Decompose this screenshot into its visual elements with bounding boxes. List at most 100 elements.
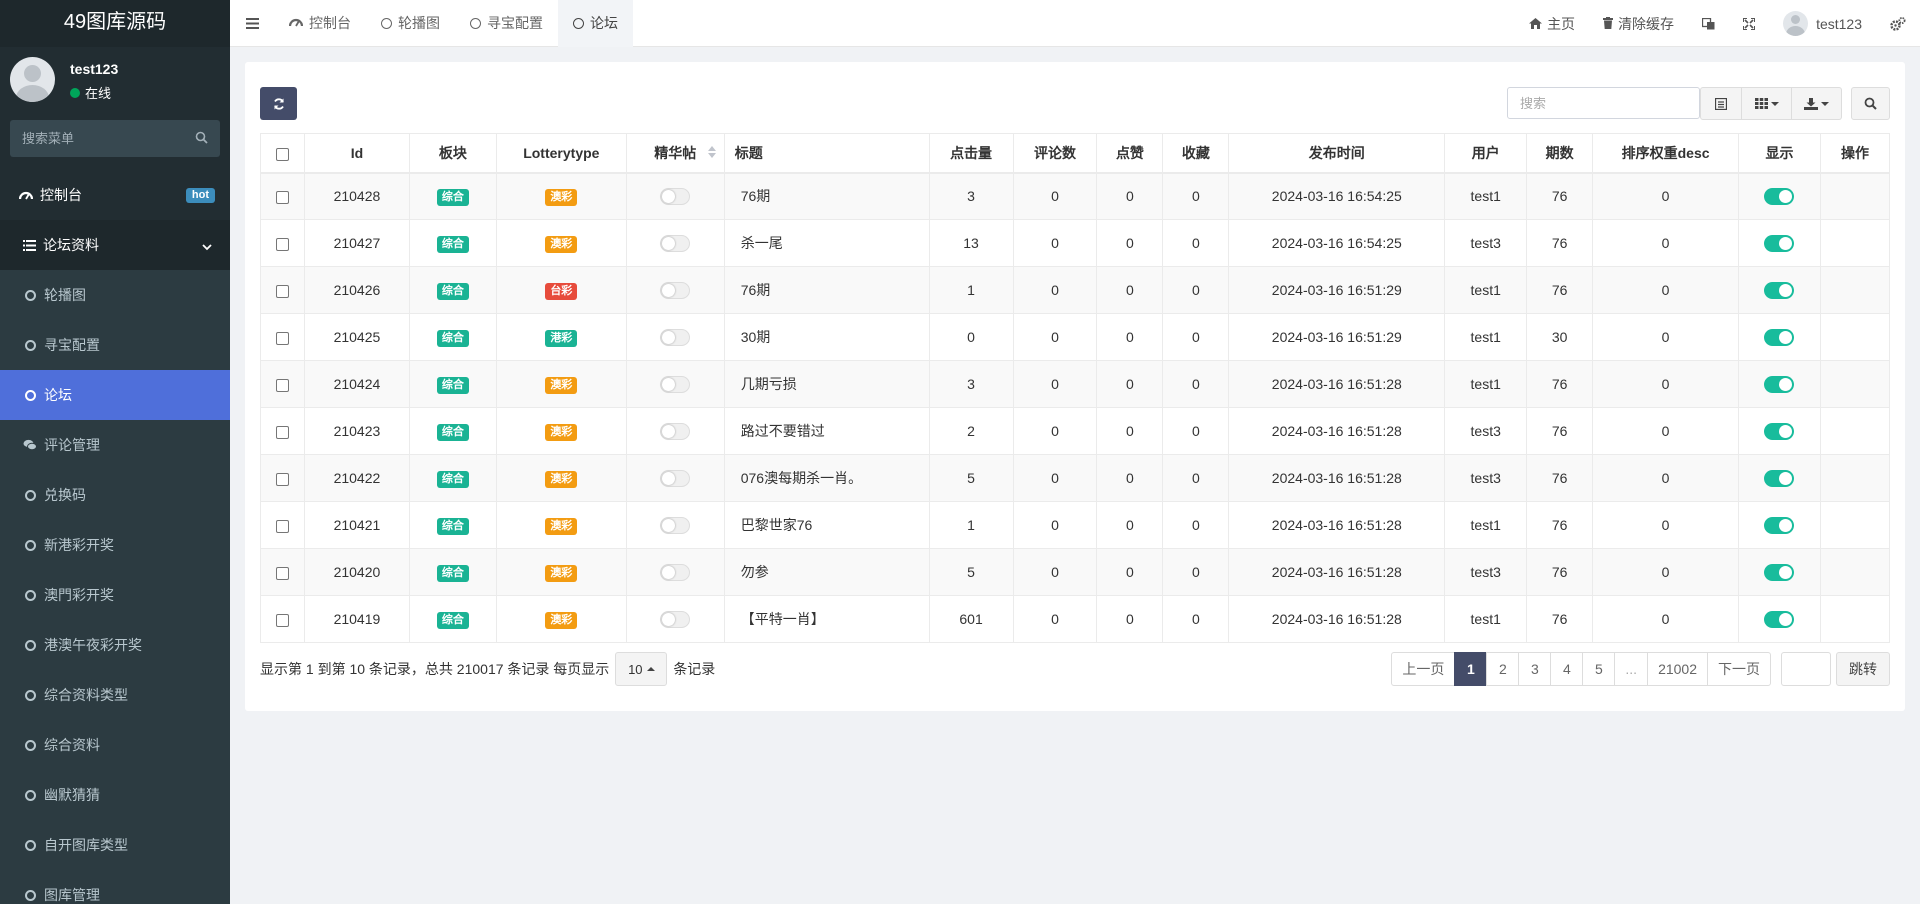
user-menu[interactable]: test123	[1769, 0, 1876, 47]
visible-toggle[interactable]	[1764, 188, 1795, 206]
featured-toggle[interactable]	[660, 234, 691, 252]
page-button[interactable]: 4	[1550, 652, 1584, 686]
next-page-button[interactable]: 下一页	[1707, 652, 1771, 686]
column-header[interactable]: 操作	[1819, 133, 1891, 174]
visible-toggle[interactable]	[1764, 563, 1795, 581]
tab-treasure[interactable]: 寻宝配置	[455, 0, 558, 47]
sidebar-item-humor[interactable]: 幽默猜猜	[0, 770, 230, 820]
sidebar-item-carousel[interactable]: 轮播图	[0, 270, 230, 320]
table-search-input[interactable]	[1520, 95, 1687, 111]
featured-toggle[interactable]	[660, 516, 691, 534]
column-header[interactable]: 评论数	[1012, 133, 1098, 174]
column-header[interactable]: 收藏	[1162, 133, 1230, 174]
sidebar-item-macau-draw[interactable]: 澳門彩开奖	[0, 570, 230, 620]
row-checkbox[interactable]	[275, 191, 289, 205]
visible-toggle[interactable]	[1764, 281, 1795, 299]
featured-toggle[interactable]	[660, 375, 691, 393]
sidebar-item-gallery-types[interactable]: 自开图库类型	[0, 820, 230, 870]
column-header[interactable]: 板块	[408, 133, 497, 174]
column-header[interactable]: 显示	[1738, 133, 1821, 174]
row-checkbox[interactable]	[275, 472, 289, 486]
weight-cell: 0	[1592, 501, 1740, 549]
sort-icon[interactable]	[707, 146, 716, 158]
column-header[interactable]: 点赞	[1096, 133, 1164, 174]
language-icon[interactable]	[1688, 0, 1729, 47]
column-header[interactable]: Id	[303, 133, 410, 174]
sidebar-item-dashboard[interactable]: 控制台 hot	[0, 170, 230, 220]
visible-toggle[interactable]	[1764, 422, 1795, 440]
visible-toggle[interactable]	[1764, 516, 1795, 534]
visible-toggle[interactable]	[1764, 234, 1795, 252]
column-header[interactable]: 排序权重desc	[1592, 133, 1740, 174]
featured-toggle[interactable]	[660, 328, 691, 346]
search-button[interactable]	[1851, 87, 1890, 120]
row-checkbox[interactable]	[275, 613, 289, 627]
section-cell: 综合	[408, 595, 497, 643]
export-dropdown[interactable]	[1792, 87, 1842, 120]
page-button[interactable]: 5	[1582, 652, 1616, 686]
visible-toggle[interactable]	[1764, 610, 1795, 628]
row-checkbox[interactable]	[275, 566, 289, 580]
column-header[interactable]: 发布时间	[1228, 133, 1446, 174]
row-checkbox[interactable]	[275, 519, 289, 533]
issue-cell: 76	[1526, 407, 1594, 455]
sidebar-item-hk-draw[interactable]: 新港彩开奖	[0, 520, 230, 570]
page-size-dropdown[interactable]: 10	[615, 652, 668, 686]
featured-toggle[interactable]	[660, 610, 691, 628]
visible-toggle[interactable]	[1764, 469, 1795, 487]
jump-button[interactable]: 跳转	[1836, 652, 1890, 686]
column-header[interactable]: 点击量	[928, 133, 1014, 174]
visible-toggle[interactable]	[1764, 375, 1795, 393]
select-all-checkbox[interactable]	[275, 147, 289, 161]
sidebar-item-gallery[interactable]: 图库管理	[0, 870, 230, 904]
featured-toggle[interactable]	[660, 281, 691, 299]
row-checkbox[interactable]	[275, 237, 289, 251]
app-logo[interactable]: 49图库源码	[0, 0, 230, 47]
sidebar-item-redeem[interactable]: 兑换码	[0, 470, 230, 520]
jump-page-input[interactable]	[1781, 652, 1831, 686]
sidebar-group-forum[interactable]: 论坛资料	[0, 220, 230, 270]
sidebar-item-info[interactable]: 综合资料	[0, 720, 230, 770]
sidebar-item-info-types[interactable]: 综合资料类型	[0, 670, 230, 720]
search-icon[interactable]	[195, 131, 208, 147]
page-button[interactable]: 21002	[1647, 652, 1708, 686]
prev-page-button[interactable]: 上一页	[1391, 652, 1456, 686]
row-checkbox[interactable]	[275, 331, 289, 345]
refresh-button[interactable]	[260, 87, 297, 120]
menu-toggle-icon[interactable]	[230, 0, 274, 47]
column-header[interactable]: 标题	[723, 133, 930, 174]
forum-table: Id 板块 Lotterytype 精华帖 标题 点击量 评论数 点赞 收藏 发…	[260, 133, 1891, 643]
page-button[interactable]: 3	[1518, 652, 1552, 686]
featured-toggle[interactable]	[660, 469, 691, 487]
clear-cache-button[interactable]: 清除缓存	[1589, 0, 1688, 47]
circle-icon	[24, 739, 36, 751]
row-checkbox[interactable]	[275, 378, 289, 392]
sidebar-item-midnight-draw[interactable]: 港澳午夜彩开奖	[0, 620, 230, 670]
page-button[interactable]: 2	[1486, 652, 1520, 686]
section-badge: 综合	[436, 517, 469, 535]
sidebar-item-forum[interactable]: 论坛	[0, 370, 230, 420]
column-header[interactable]: 用户	[1444, 133, 1528, 174]
featured-toggle[interactable]	[660, 563, 691, 581]
featured-toggle[interactable]	[660, 188, 691, 206]
tab-forum[interactable]: 论坛	[558, 0, 633, 47]
column-header[interactable]: 期数	[1526, 133, 1594, 174]
menu-search-input[interactable]	[10, 120, 220, 157]
sidebar-item-treasure[interactable]: 寻宝配置	[0, 320, 230, 370]
column-header[interactable]: Lotterytype	[495, 133, 627, 174]
visible-toggle[interactable]	[1764, 328, 1795, 346]
toggle-view-button[interactable]	[1700, 87, 1742, 120]
fullscreen-icon[interactable]	[1729, 0, 1769, 47]
columns-dropdown[interactable]	[1742, 87, 1792, 120]
tab-carousel[interactable]: 轮播图	[366, 0, 455, 47]
row-checkbox[interactable]	[275, 425, 289, 439]
settings-icon[interactable]	[1876, 0, 1920, 47]
tab-dashboard[interactable]: 控制台	[274, 0, 366, 47]
circle-icon	[470, 17, 481, 29]
sidebar-item-comments[interactable]: 评论管理	[0, 420, 230, 470]
home-link[interactable]: 主页	[1515, 0, 1589, 47]
page-button[interactable]: 1	[1454, 652, 1488, 686]
featured-toggle[interactable]	[660, 422, 691, 440]
column-header-sortable[interactable]: 精华帖	[625, 133, 725, 174]
row-checkbox[interactable]	[275, 284, 289, 298]
